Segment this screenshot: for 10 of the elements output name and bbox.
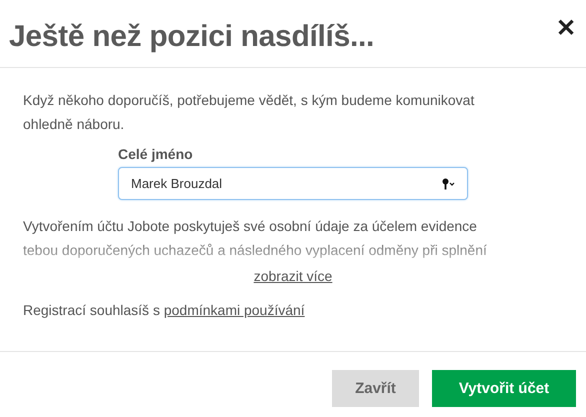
terms-text: Registrací souhlasíš s podmínkami používání [23, 301, 306, 320]
key-icon [442, 178, 456, 190]
intro-text: Když někoho doporučíš, potřebujeme vědět, s kým budeme komunikovat ohledně náboru. [23, 91, 476, 134]
dialog-title: Ještě než pozici nasdílíš... [9, 18, 374, 54]
field-label: Celé jméno [118, 146, 194, 162]
close-button[interactable]: ✕ [556, 14, 576, 43]
terms-link[interactable]: podmínkami používání [164, 302, 305, 318]
show-more-link[interactable]: zobrazit více [254, 268, 332, 284]
name-field[interactable]: Marek Brouzdal [118, 167, 468, 200]
close-dialog-button[interactable]: Zavřít [332, 370, 419, 407]
